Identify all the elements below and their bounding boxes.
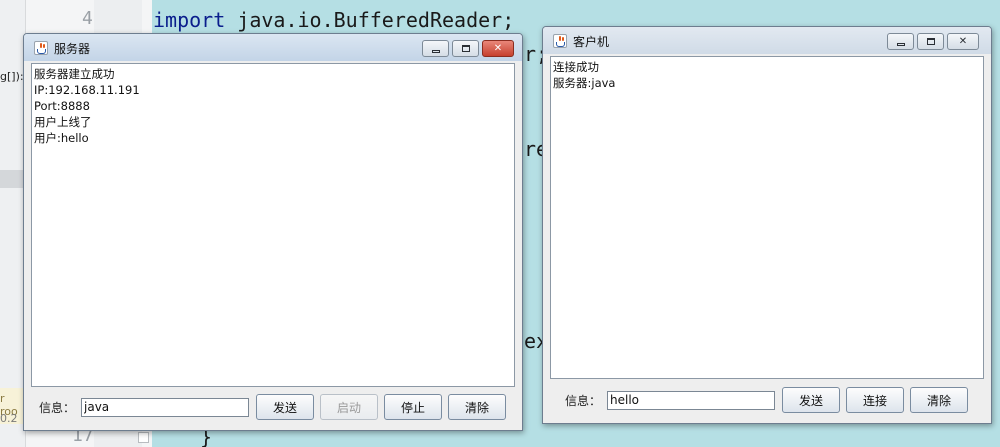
log-line: Port:8888: [34, 99, 90, 113]
info-label: 信息：: [565, 393, 602, 408]
window-title: 服务器: [54, 42, 91, 56]
server-window[interactable]: 服务器 ✕ 服务器建立成功 IP:192.168.11.191 Port:888…: [23, 33, 523, 431]
log-line: 用户:hello: [34, 131, 89, 145]
window-title: 客户机: [573, 35, 610, 49]
server-control-bar: 信息： 发送 启动 停止 清除: [31, 393, 512, 421]
window-controls: ✕: [887, 33, 979, 50]
message-input[interactable]: [607, 390, 775, 410]
minimize-button[interactable]: [422, 40, 449, 57]
panel-text-fragment: g[]):: [0, 70, 24, 83]
minimize-button[interactable]: [887, 33, 914, 50]
connect-button[interactable]: 连接: [846, 387, 904, 413]
stop-button[interactable]: 停止: [384, 394, 442, 420]
client-control-bar: 信息： 发送 连接 清除: [550, 386, 974, 414]
log-line: 服务器:java: [553, 76, 616, 90]
java-coffee-icon: [553, 34, 567, 48]
client-titlebar[interactable]: 客户机 ✕: [543, 27, 991, 54]
code-keyword: import: [153, 8, 226, 32]
log-line: 服务器建立成功: [34, 67, 115, 81]
client-log-area[interactable]: 连接成功 服务器:java: [550, 56, 984, 379]
log-line: 用户上线了: [34, 115, 92, 129]
window-controls: ✕: [422, 40, 514, 57]
start-button[interactable]: 启动: [320, 394, 378, 420]
panel-text-fragment: 0.2: [0, 412, 18, 425]
close-button[interactable]: ✕: [947, 33, 979, 50]
close-button[interactable]: ✕: [482, 40, 514, 57]
client-window[interactable]: 客户机 ✕ 连接成功 服务器:java 信息： 发送 连接 清除: [542, 26, 992, 424]
info-label: 信息：: [39, 400, 76, 415]
minimize-icon: [431, 49, 440, 53]
java-coffee-icon: [34, 41, 48, 55]
clear-button[interactable]: 清除: [910, 387, 968, 413]
minimize-icon: [896, 42, 905, 46]
log-line: IP:192.168.11.191: [34, 83, 140, 97]
maximize-icon: [461, 45, 470, 52]
maximize-button[interactable]: [917, 33, 944, 50]
server-log-area[interactable]: 服务器建立成功 IP:192.168.11.191 Port:8888 用户上线…: [31, 63, 515, 387]
code-text: java.io.BufferedReader;: [225, 8, 515, 32]
send-button[interactable]: 发送: [782, 387, 840, 413]
maximize-icon: [926, 38, 935, 45]
log-line: 连接成功: [553, 60, 599, 74]
maximize-button[interactable]: [452, 40, 479, 57]
close-icon: ✕: [493, 43, 503, 54]
clear-button[interactable]: 清除: [448, 394, 506, 420]
server-titlebar[interactable]: 服务器 ✕: [24, 34, 522, 61]
fold-marker-icon[interactable]: [138, 432, 149, 443]
code-line: import java.io.BufferedReader;: [153, 8, 514, 32]
line-number: 4: [82, 8, 93, 29]
close-icon: ✕: [958, 36, 968, 47]
send-button[interactable]: 发送: [256, 394, 314, 420]
message-input[interactable]: [81, 397, 249, 417]
